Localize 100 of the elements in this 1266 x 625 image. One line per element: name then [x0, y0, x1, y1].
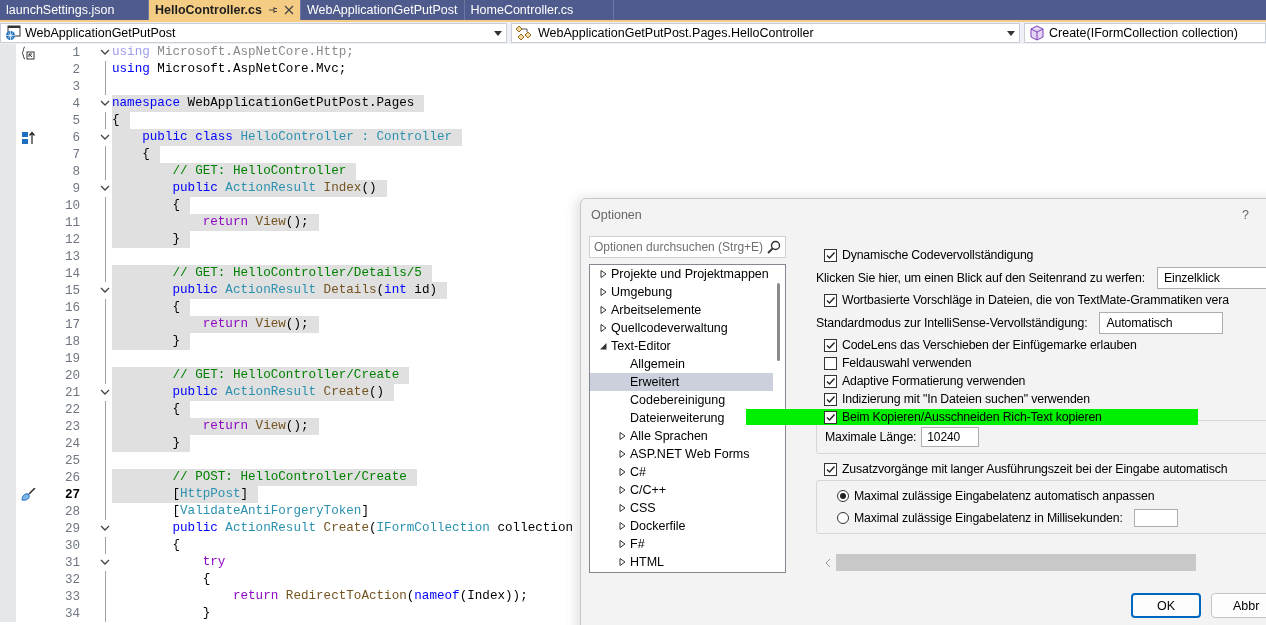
- option-label: Maximal zulässige Eingabelatenz automatisch anpassen: [853, 489, 1155, 503]
- caret-icon[interactable]: [1007, 30, 1015, 36]
- tree-item[interactable]: Quellcodeverwaltung: [590, 319, 728, 337]
- scrollbar-thumb[interactable]: [835, 554, 1196, 571]
- radio-button[interactable]: [836, 490, 849, 502]
- checkbox[interactable]: [823, 293, 837, 307]
- line-number: 29: [63, 521, 80, 536]
- cube-icon: [1029, 25, 1045, 41]
- search-icon[interactable]: [766, 240, 781, 254]
- line-number: 18: [63, 334, 80, 349]
- line-number: 3: [71, 79, 80, 94]
- fold-chevron-icon[interactable]: [100, 185, 110, 192]
- tree-item[interactable]: Projekte und Projektmappen: [590, 265, 769, 283]
- tree-item[interactable]: Erweitert: [590, 373, 773, 391]
- scroll-left-icon[interactable]: [823, 557, 832, 568]
- fold-chevron-icon[interactable]: [100, 559, 110, 566]
- option-label: Dynamische Codevervollständigung: [841, 248, 1034, 262]
- expanded-arrow-icon[interactable]: [598, 341, 608, 351]
- checkbox[interactable]: [823, 338, 837, 352]
- tree-item[interactable]: Allgemein: [590, 355, 685, 373]
- editor-tab[interactable]: HelloController.cs: [149, 0, 301, 20]
- code-line: try: [201, 554, 227, 571]
- tree-item[interactable]: Text-Editor: [590, 337, 671, 355]
- hierarchy-icon[interactable]: [21, 130, 35, 145]
- close-icon[interactable]: [284, 5, 294, 15]
- scrollbar-thumb[interactable]: [777, 283, 781, 361]
- tree-item[interactable]: Alle Sprachen: [590, 427, 708, 445]
- code-line: [ValidateAntiForgeryToken]: [171, 503, 370, 520]
- pin-icon[interactable]: [268, 5, 278, 15]
- checkbox[interactable]: [823, 462, 837, 476]
- fold-chevron-icon[interactable]: [100, 525, 110, 532]
- tree-item[interactable]: Umgebung: [590, 283, 673, 301]
- navigation-dropdown[interactable]: Create(IFormCollection collection): [1024, 23, 1266, 43]
- line-number: 28: [63, 504, 80, 519]
- checkbox[interactable]: [823, 248, 837, 262]
- line-number: 5: [71, 113, 80, 128]
- code-line: public ActionResult Create(IFormCollection collection: [171, 520, 575, 537]
- option-label: Maximale Länge:: [824, 430, 917, 444]
- dialog-button[interactable]: OK: [1131, 593, 1202, 618]
- checkbox[interactable]: [823, 356, 837, 370]
- option-label: Beim Kopieren/Ausschneiden Rich-Text kopieren: [841, 410, 1102, 424]
- fold-chevron-icon[interactable]: [100, 49, 110, 56]
- tree-item[interactable]: Arbeitselemente: [590, 301, 702, 319]
- fold-chevron-icon[interactable]: [100, 134, 110, 141]
- line-number: 21: [63, 385, 80, 400]
- tree-item[interactable]: C#: [590, 463, 646, 481]
- tree-item[interactable]: Dockerfile: [590, 517, 686, 535]
- option-label: Adaptive Formatierung verwenden: [841, 374, 1026, 388]
- checkbox[interactable]: [823, 374, 837, 388]
- option-label: CodeLens das Verschieben der Einfügemarke erlauben: [841, 338, 1137, 352]
- line-number: 27: [63, 487, 80, 502]
- fold-chevron-icon[interactable]: [100, 100, 110, 107]
- checkbox[interactable]: [823, 392, 837, 406]
- option-label: Zusatzvorgänge mit langer Ausführungszeit bei der Eingabe automatisch: [841, 462, 1228, 476]
- navigation-dropdown[interactable]: WebApplicationGetPutPost: [0, 23, 508, 43]
- help-button[interactable]: ?: [1242, 208, 1249, 236]
- caret-icon[interactable]: [494, 30, 503, 36]
- line-number: 15: [63, 283, 80, 298]
- dialog-button[interactable]: Abbr: [1211, 593, 1266, 618]
- input-field[interactable]: [1133, 509, 1178, 527]
- collapse-icon[interactable]: [21, 45, 35, 60]
- line-number: 19: [63, 351, 80, 366]
- dialog-title: Optionen: [591, 208, 642, 224]
- radio-button[interactable]: [836, 512, 849, 524]
- option-label: Feldauswahl verwenden: [841, 356, 972, 370]
- fold-chevron-icon[interactable]: [100, 287, 110, 294]
- option-label: Standardmodus zur IntelliSense-Vervollständigung:: [815, 315, 1088, 330]
- tree-item[interactable]: CSS: [590, 499, 656, 517]
- search-field[interactable]: Optionen durchsuchen (Strg+E): [589, 236, 786, 258]
- tree-item[interactable]: Codebereinigung: [590, 391, 726, 409]
- line-number: 24: [63, 436, 80, 451]
- line-number: 9: [71, 181, 80, 196]
- tree-item[interactable]: HTML: [590, 553, 665, 571]
- line-number: 20: [63, 368, 80, 383]
- option-label: Indizierung mit "In Dateien suchen" verwenden: [841, 392, 1090, 406]
- tree-item[interactable]: C/C++: [590, 481, 667, 499]
- number-field[interactable]: 10240: [921, 427, 980, 447]
- line-number: 7: [71, 147, 80, 162]
- option-label: Wortbasierte Vorschläge in Dateien, die von TextMate-Grammatiken vera: [841, 293, 1229, 307]
- tree-item[interactable]: Dateierweiterung: [590, 409, 725, 427]
- line-number: 26: [63, 470, 80, 485]
- code-line: using Microsoft.AspNetCore.Http;: [112, 44, 355, 61]
- tree-item[interactable]: F#: [590, 535, 645, 553]
- brush-icon[interactable]: [20, 487, 36, 502]
- line-number: 8: [71, 164, 80, 179]
- line-number: 11: [63, 215, 80, 230]
- fold-chevron-icon[interactable]: [100, 389, 110, 396]
- code-line: {: [201, 571, 212, 588]
- option-label: Klicken Sie hier, um einen Blick auf den Seitenrand zu werfen:: [815, 270, 1145, 285]
- navigation-dropdown[interactable]: WebApplicationGetPutPost.Pages.HelloController: [511, 23, 1020, 43]
- dropdown[interactable]: Einzelklick: [1157, 266, 1266, 289]
- line-number: 1: [71, 45, 80, 60]
- code-line: return RedirectToAction(nameof(Index));: [231, 588, 529, 605]
- line-number: 6: [71, 130, 80, 145]
- line-number: 30: [63, 538, 80, 553]
- line-number: 17: [63, 317, 80, 332]
- dropdown[interactable]: Automatisch: [1099, 311, 1224, 334]
- tree-item[interactable]: ASP.NET Web Forms: [590, 445, 750, 463]
- line-number: 25: [63, 453, 80, 468]
- line-number: 34: [63, 606, 80, 621]
